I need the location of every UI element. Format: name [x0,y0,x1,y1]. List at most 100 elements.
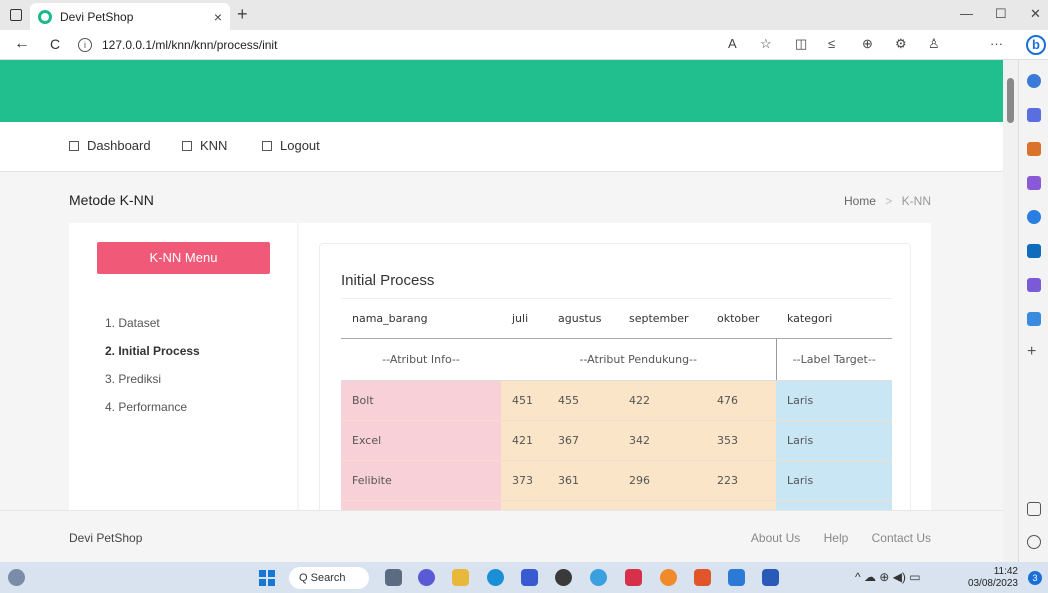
menu-item-performance[interactable]: 4. Performance [105,397,200,425]
cell-oktober: 353 [706,420,776,461]
page-title: Metode K-NN [69,192,154,208]
more-menu-icon[interactable]: ··· [990,36,1003,51]
url-field[interactable]: i 127.0.0.1/ml/knn/knn/process/init [78,34,768,56]
list-icon [182,140,192,151]
designer-icon[interactable] [1027,278,1041,292]
system-tray-icons[interactable]: ^ ☁ ⊕ ◀) ▭ [855,570,921,584]
task-view-icon[interactable] [385,569,402,586]
column-header: agustus [547,298,618,339]
knn-menu-card: K-NN Menu 1. Dataset 2. Initial Process … [69,223,297,523]
cell-agustus: 361 [547,460,618,501]
breadcrumb-separator: > [885,194,893,208]
sidebar-toggle-icon[interactable] [1027,502,1041,516]
cell-oktober: 223 [706,460,776,501]
section-title: Initial Process [341,272,435,289]
column-header: oktober [706,298,776,339]
edge-sidebar: + [1018,60,1048,562]
page-footer: Devi PetShop About Us Help Contact Us [0,510,1003,562]
extensions-icon[interactable]: ⚙ [895,36,907,52]
taskbar-search[interactable]: Q Search [289,567,369,589]
nav-knn[interactable]: KNN [182,138,227,153]
knn-menu-list: 1. Dataset 2. Initial Process 3. Prediks… [105,313,200,425]
settings-gear-icon[interactable] [1027,535,1041,549]
url-text[interactable]: 127.0.0.1/ml/knn/knn/process/init [102,38,277,52]
top-navigation: Dashboard KNN Logout [0,122,1003,172]
office-icon[interactable] [1027,210,1041,224]
favorites-icon[interactable]: ≤ [828,36,835,51]
clock[interactable]: 11:42 03/08/2023 [968,566,1018,590]
scrollbar-thumb[interactable] [1007,78,1014,123]
footer-brand: Devi PetShop [69,531,143,545]
cell-kategori: Laris [776,380,892,421]
footer-link-contact[interactable]: Contact Us [872,531,931,545]
page-header: Metode K-NN Home > K-NN [0,172,1003,228]
add-icon[interactable]: + [1027,344,1041,360]
bing-copilot-icon[interactable]: b [1026,35,1046,55]
games-icon[interactable] [1027,176,1041,190]
browser-tab[interactable]: Devi PetShop × [30,3,230,30]
favorite-star-icon[interactable]: ☆ [760,36,772,52]
back-button[interactable]: ← [14,35,30,53]
column-header: kategori [776,298,892,339]
firefox-icon[interactable] [660,569,677,586]
reload-button[interactable]: C [50,36,60,52]
minimize-button[interactable]: — [960,6,973,21]
collections-icon[interactable]: ⊕ [862,36,873,52]
split-screen-icon[interactable]: ◫ [795,36,807,52]
notification-badge[interactable]: 3 [1028,571,1042,585]
table-row: Bolt 451 455 422 476 Laris [341,380,892,421]
weather-icon[interactable] [8,569,25,586]
site-info-icon[interactable]: i [78,38,92,52]
profile-icon[interactable]: ♙ [928,36,940,52]
drop-icon[interactable] [1027,312,1041,326]
close-window-button[interactable]: ✕ [1030,6,1041,22]
breadcrumb-home[interactable]: Home [844,194,876,208]
tab-actions-icon[interactable] [10,9,22,21]
nav-dashboard-label: Dashboard [87,138,151,153]
cell-nama-barang: Bolt [341,380,501,421]
table-row: Felibite 373 361 296 223 Laris [341,460,892,501]
mcafee-icon[interactable] [625,569,642,586]
footer-link-about[interactable]: About Us [751,531,800,545]
page-scrollbar[interactable] [1003,60,1018,562]
vscode-icon[interactable] [728,569,745,586]
tools-icon[interactable] [1027,142,1041,156]
search-icon[interactable] [1027,74,1041,88]
nav-logout[interactable]: Logout [262,138,320,153]
chat-icon[interactable] [418,569,435,586]
word-icon[interactable] [762,569,779,586]
group-target-label: --Label Target-- [775,338,892,381]
nav-knn-label: KNN [200,138,228,153]
site-header-banner [0,60,1003,122]
store-icon[interactable] [521,569,538,586]
read-aloud-icon[interactable]: A [728,36,737,51]
new-tab-button[interactable]: + [237,4,248,25]
maximize-button[interactable]: ☐ [995,6,1007,22]
menu-item-initial-process[interactable]: 2. Initial Process [105,341,200,369]
cell-agustus: 455 [547,380,618,421]
outlook-icon[interactable] [1027,244,1041,258]
footer-links: About Us Help Contact Us [731,531,931,545]
file-explorer-icon[interactable] [452,569,469,586]
chrome-icon[interactable] [590,569,607,586]
cell-juli: 421 [501,420,547,461]
footer-link-help[interactable]: Help [824,531,849,545]
github-icon[interactable] [555,569,572,586]
group-info-label: --Atribut Info-- [341,338,501,381]
cell-juli: 373 [501,460,547,501]
breadcrumb: Home > K-NN [844,194,931,208]
menu-item-dataset[interactable]: 1. Dataset [105,313,200,341]
cell-september: 342 [618,420,706,461]
edge-icon[interactable] [487,569,504,586]
knn-menu-button[interactable]: K-NN Menu [97,242,270,274]
menu-item-prediksi[interactable]: 3. Prediksi [105,369,200,397]
nav-dashboard[interactable]: Dashboard [69,138,151,153]
column-header: juli [501,298,547,339]
windows-taskbar: Q Search ^ ☁ ⊕ ◀) ▭ 11:42 03/08/2023 3 [0,562,1048,593]
table-header-row: nama_barang juli agustus september oktob… [341,298,892,339]
tab-close-icon[interactable]: × [214,9,222,25]
start-button[interactable] [259,570,275,586]
xampp-icon[interactable] [694,569,711,586]
cell-juli: 451 [501,380,547,421]
tag-icon[interactable] [1027,108,1041,122]
